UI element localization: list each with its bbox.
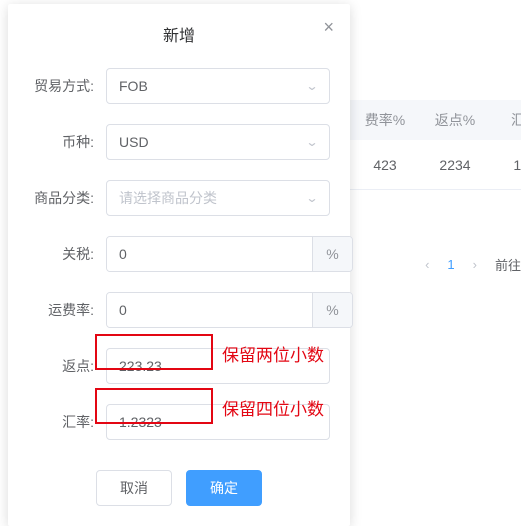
row-currency: 币种: USD ⌄ — [28, 124, 330, 160]
input-exchange-wrapper — [106, 404, 330, 440]
label-rebate: 返点: — [28, 356, 106, 376]
select-category-placeholder: 请选择商品分类 — [119, 188, 217, 208]
label-category: 商品分类: — [28, 188, 106, 208]
input-rebate[interactable] — [119, 358, 317, 374]
select-trade-mode-value: FOB — [119, 78, 148, 94]
row-category: 商品分类: 请选择商品分类 ⌄ — [28, 180, 330, 216]
input-freight-group: % — [106, 292, 353, 328]
label-currency: 币种: — [28, 132, 106, 152]
row-trade-mode: 贸易方式: FOB ⌄ — [28, 68, 330, 104]
row-tariff: 关税: % — [28, 236, 330, 272]
chevron-down-icon: ⌄ — [305, 79, 318, 93]
pagination: ‹ 1 › 前往 — [425, 255, 521, 274]
pager-next-icon[interactable]: › — [473, 257, 477, 272]
table-header-row: 费率% 返点% 汇率 — [350, 100, 521, 140]
select-currency[interactable]: USD ⌄ — [106, 124, 330, 160]
cell-rate: 423 — [350, 157, 420, 173]
pager-current[interactable]: 1 — [447, 257, 454, 272]
dialog-footer: 取消 确定 — [28, 470, 330, 506]
col-header-exchange: 汇率 — [490, 110, 521, 130]
row-freight: 运费率: % — [28, 292, 330, 328]
row-exchange-rate: 汇率: — [28, 404, 330, 440]
close-icon[interactable]: × — [323, 18, 334, 36]
select-currency-value: USD — [119, 134, 149, 150]
select-trade-mode[interactable]: FOB ⌄ — [106, 68, 330, 104]
cancel-button[interactable]: 取消 — [96, 470, 172, 506]
label-freight: 运费率: — [28, 300, 106, 320]
col-header-rebate: 返点% — [420, 110, 490, 130]
label-tariff: 关税: — [28, 244, 106, 264]
pager-prev-icon[interactable]: ‹ — [425, 257, 429, 272]
chevron-down-icon: ⌄ — [305, 191, 318, 205]
pager-goto-label: 前往 — [495, 255, 521, 274]
confirm-button[interactable]: 确定 — [186, 470, 262, 506]
background-table: 费率% 返点% 汇率 423 2234 123 — [350, 100, 521, 190]
dialog-title: 新增 — [28, 22, 330, 46]
row-rebate: 返点: — [28, 348, 330, 384]
input-exchange-rate[interactable] — [119, 414, 317, 430]
tariff-suffix: % — [312, 237, 352, 271]
input-freight[interactable] — [107, 293, 312, 327]
add-dialog: × 新增 贸易方式: FOB ⌄ 币种: USD ⌄ 商品分类: 请选择商品分类… — [8, 4, 350, 526]
chevron-down-icon: ⌄ — [305, 135, 318, 149]
freight-suffix: % — [312, 293, 352, 327]
table-row: 423 2234 123 — [350, 140, 521, 190]
cell-rebate: 2234 — [420, 157, 490, 173]
cell-exchange: 123 — [490, 157, 521, 173]
select-category[interactable]: 请选择商品分类 ⌄ — [106, 180, 330, 216]
col-header-rate: 费率% — [350, 110, 420, 130]
input-rebate-wrapper — [106, 348, 330, 384]
input-tariff[interactable] — [107, 237, 312, 271]
input-tariff-group: % — [106, 236, 353, 272]
label-exchange-rate: 汇率: — [28, 412, 106, 432]
label-trade-mode: 贸易方式: — [28, 76, 106, 96]
